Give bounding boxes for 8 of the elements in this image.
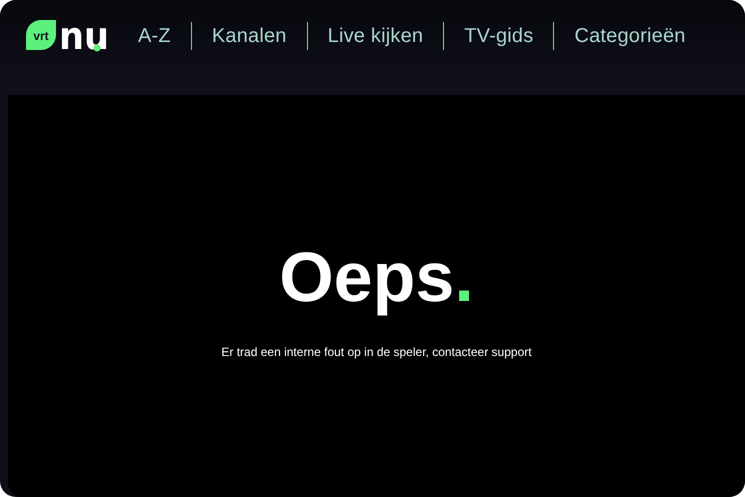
nav-link[interactable]: Categorieën xyxy=(554,24,706,48)
error-message: Er trad een interne fout op in de speler, contacteer support xyxy=(221,345,532,359)
nav-link[interactable]: A-Z xyxy=(126,24,191,48)
nav-link[interactable]: Kanalen xyxy=(192,24,307,48)
nav-link[interactable]: Live kijken xyxy=(308,24,444,48)
nav-link[interactable]: TV-gids xyxy=(444,24,554,48)
error-title: Oeps. xyxy=(279,237,474,317)
logo[interactable]: vrt nu xyxy=(26,18,112,52)
